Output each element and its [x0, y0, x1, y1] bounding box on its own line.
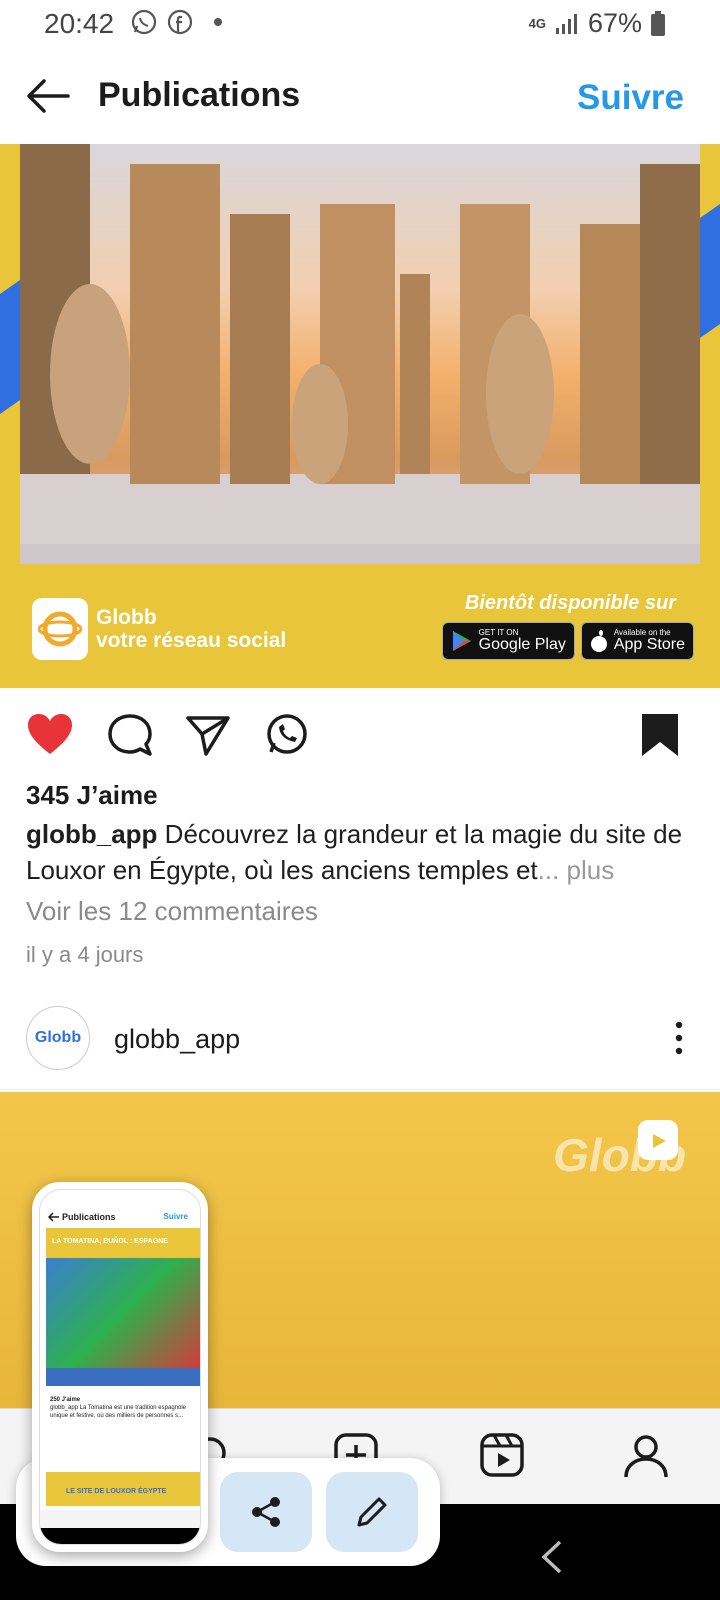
- coming-soon-text: Bientôt disponible sur: [464, 592, 676, 614]
- status-bar: 20:42 4G 67%: [0, 0, 720, 52]
- view-comments-link[interactable]: Voir les 12 commentaires: [26, 896, 318, 927]
- globb-logo: [32, 598, 88, 660]
- avatar[interactable]: Globb: [26, 1006, 90, 1070]
- whatsapp-share-icon[interactable]: [262, 712, 310, 758]
- post-actions: [0, 688, 720, 784]
- battery-percent: 67%: [587, 8, 642, 38]
- brand-tagline: votre réseau social: [96, 629, 287, 652]
- network-type: 4G: [528, 16, 546, 31]
- more-options-icon[interactable]: [672, 1020, 686, 1056]
- google-play-badge: GET IT ON Google Play: [441, 622, 575, 660]
- facebook-icon: [167, 9, 193, 35]
- profile-nav-icon[interactable]: [622, 1431, 670, 1479]
- share-send-icon[interactable]: [184, 712, 232, 758]
- decor-stripe: [700, 189, 720, 339]
- thumb-banner-2: LE SITE DE LOUXOR ÉGYPTE: [46, 1472, 200, 1506]
- app-store-badge: Available on the App Store: [580, 622, 694, 660]
- brand-text: Globb votre réseau social: [96, 606, 286, 652]
- post-timestamp: il y a 4 jours: [26, 942, 144, 967]
- bookmark-icon[interactable]: [636, 712, 684, 758]
- thumb-android-nav: [40, 1528, 200, 1544]
- temple-illustration: [20, 144, 700, 564]
- back-arrow-icon[interactable]: [24, 76, 72, 116]
- luxor-temple-photo: [20, 144, 700, 564]
- share-icon: [252, 1497, 280, 1527]
- like-heart-icon[interactable]: [26, 712, 74, 758]
- post2-header: Globb globb_app: [0, 990, 720, 1090]
- edit-screenshot-button[interactable]: [326, 1472, 418, 1552]
- more-link[interactable]: ... plus: [538, 855, 615, 885]
- caption-username[interactable]: globb_app: [26, 819, 157, 849]
- thumb-caption: globb_app La Tomatina est une tradition …: [50, 1405, 186, 1419]
- screenshot-thumbnail[interactable]: Publications Suivre LA TOMATINA, BUÑOL :…: [32, 1182, 208, 1552]
- likes-count[interactable]: 345 J’aime: [26, 780, 158, 811]
- post2-username[interactable]: globb_app: [114, 1024, 240, 1055]
- status-time: 20:42: [44, 8, 115, 39]
- thumb-nav: [40, 1510, 200, 1528]
- follow-button[interactable]: Suivre: [577, 78, 684, 118]
- app-store-large: App Store: [613, 636, 685, 653]
- post-caption: globb_app Découvrez la grandeur et la ma…: [26, 816, 706, 888]
- thumb-photo: [46, 1258, 200, 1368]
- avatar-logo-text: Globb: [34, 1029, 82, 1046]
- store-badges: GET IT ON Google Play Available on the A…: [441, 622, 694, 660]
- google-play-large: Google Play: [478, 636, 566, 653]
- thumb-likes: 250 J'aime: [50, 1397, 81, 1403]
- decor-stripe: [0, 279, 20, 429]
- reel-icon: [638, 1120, 678, 1160]
- status-system-icons: 4G 67%: [529, 8, 666, 39]
- thumb-title: Publications: [62, 1212, 116, 1222]
- brand-name: Globb: [96, 605, 157, 629]
- thumb-follow: Suivre: [163, 1212, 188, 1221]
- thumb-bar: [46, 1368, 200, 1386]
- brand-block: Globb votre réseau social: [32, 598, 286, 660]
- page-title: Publications: [98, 76, 301, 114]
- pencil-icon: [357, 1497, 387, 1527]
- comment-icon[interactable]: [106, 712, 154, 758]
- status-notification-icons: [130, 8, 222, 36]
- thumbnail-content: Publications Suivre LA TOMATINA, BUÑOL :…: [39, 1189, 201, 1545]
- signal-icon: [555, 13, 577, 34]
- battery-icon: [651, 10, 665, 36]
- app-header: Publications Suivre: [0, 52, 720, 144]
- globb-logo-icon: [38, 611, 82, 647]
- google-play-icon: [452, 631, 471, 651]
- apple-icon: [590, 630, 607, 652]
- thumb-banner: LA TOMATINA, BUÑOL : ESPAGNE: [46, 1228, 200, 1258]
- share-screenshot-button[interactable]: [220, 1472, 312, 1552]
- whatsapp-icon: [131, 9, 157, 35]
- android-back-icon[interactable]: [540, 1540, 564, 1574]
- post-image[interactable]: Globb votre réseau social Bientôt dispon…: [0, 144, 720, 688]
- thumb-back-arrow-icon: [48, 1212, 59, 1222]
- thumb-text: 250 J'aime globb_app La Tomatina est une…: [50, 1396, 198, 1420]
- notification-dot: [214, 18, 222, 26]
- reels-nav-icon[interactable]: [478, 1431, 526, 1479]
